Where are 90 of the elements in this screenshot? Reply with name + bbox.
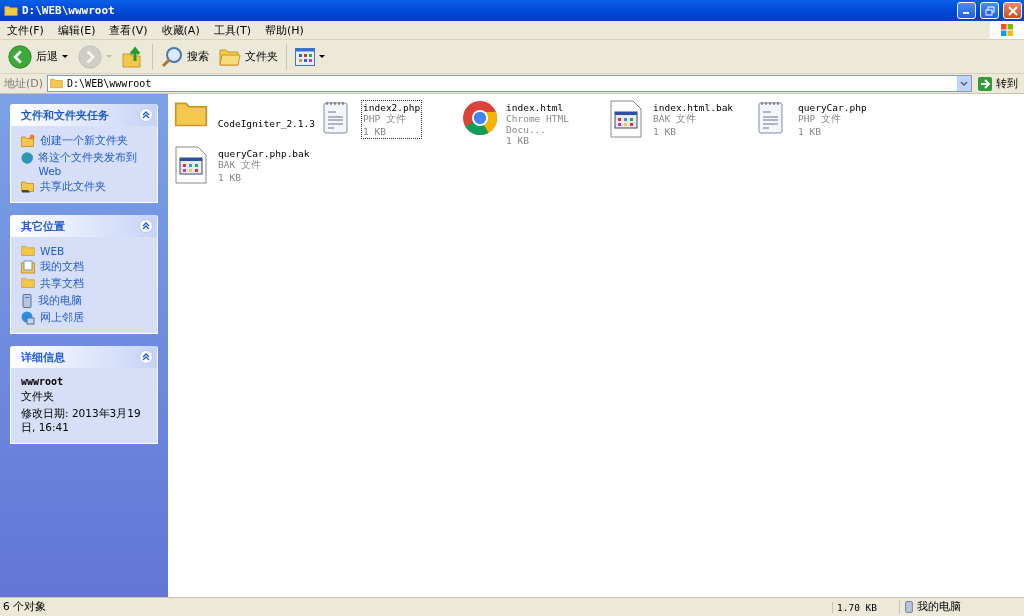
task-link[interactable]: 共享文档	[40, 277, 84, 291]
task-link[interactable]: 共享此文件夹	[40, 180, 106, 194]
notepad-icon	[323, 100, 349, 134]
search-button[interactable]: 搜索	[157, 43, 213, 70]
file-item[interactable]: index2.php PHP 文件 1 KB	[317, 100, 462, 146]
file-size: 1 KB	[363, 126, 387, 137]
file-name: index.html.bak	[653, 102, 734, 113]
address-field[interactable]: D:\WEB\wwwroot	[47, 75, 972, 92]
folder-icon	[50, 78, 64, 89]
folder-name: wwwroot	[21, 376, 65, 387]
folders-button[interactable]: 文件夹	[215, 44, 282, 69]
menu-item[interactable]: 工具(T)	[206, 22, 258, 38]
file-type: PHP 文件	[363, 113, 407, 126]
notepad-icon	[758, 100, 784, 134]
close-icon	[1007, 5, 1018, 16]
file-item[interactable]: index.html Chrome HTML Docu... 1 KB	[462, 100, 607, 146]
address-label: 地址(D)	[4, 76, 44, 91]
folder-icon	[21, 277, 35, 289]
go-button[interactable]: 转到	[976, 76, 1020, 91]
new-folder-icon	[21, 134, 35, 147]
menu-item[interactable]: 帮助(H)	[258, 22, 311, 38]
menu-item[interactable]: 编辑(E)	[50, 22, 103, 38]
item-type: 文件夹	[21, 390, 55, 404]
minimize-button[interactable]	[957, 2, 976, 19]
folder-icon	[4, 4, 18, 17]
file-item[interactable]: queryCar.php PHP 文件 1 KB	[752, 100, 897, 146]
close-button[interactable]	[1003, 2, 1022, 19]
file-item[interactable]: queryCar.php.bak BAK 文件 1 KB	[172, 146, 317, 192]
caret-icon	[319, 55, 325, 58]
file-name: queryCar.php	[798, 102, 867, 113]
task-link[interactable]: 创建一个新文件夹	[40, 134, 128, 148]
menu-item[interactable]: 查看(V)	[102, 22, 155, 38]
window-title: D:\WEB\wwwroot	[22, 4, 116, 17]
computer-icon	[904, 601, 914, 613]
file-name: CodeIgniter_2.1.3	[217, 117, 315, 129]
application-file-icon	[610, 100, 642, 138]
views-icon	[295, 47, 315, 66]
file-type: BAK 文件	[653, 113, 697, 126]
panel-title: 详细信息	[21, 349, 65, 365]
folder-icon	[21, 245, 35, 257]
modified-date: 修改日期: 2013年3月19日, 16:41	[21, 407, 142, 435]
file-type: PHP 文件	[798, 113, 842, 126]
restore-icon	[984, 5, 995, 16]
computer-icon	[21, 294, 33, 308]
folders-icon	[219, 46, 241, 67]
caret-icon	[106, 55, 112, 58]
file-item[interactable]: CodeIgniter_2.1.3	[172, 100, 317, 146]
chevron-up-icon	[142, 111, 150, 119]
file-size: 1 KB	[798, 126, 822, 137]
windows-logo-icon	[1000, 23, 1014, 37]
collapse-button[interactable]	[139, 108, 153, 122]
total-size: 1.70 KB	[832, 601, 899, 613]
file-type: BAK 文件	[218, 159, 262, 172]
folder-up-icon	[122, 45, 144, 68]
chevron-up-icon	[142, 222, 150, 230]
file-type: Chrome HTML Docu...	[506, 113, 570, 135]
chrome-browser-icon	[462, 100, 498, 136]
go-arrow-icon	[978, 76, 992, 91]
task-link[interactable]: WEB	[40, 245, 65, 257]
restore-button[interactable]	[980, 2, 999, 19]
menu-item[interactable]: 收藏(A)	[154, 22, 207, 38]
panel-title: 文件和文件夹任务	[21, 107, 109, 123]
task-link[interactable]: 网上邻居	[40, 311, 84, 325]
application-file-icon	[175, 146, 207, 184]
file-name: index.html	[506, 102, 565, 113]
network-icon	[21, 311, 35, 325]
file-name: queryCar.php.bak	[218, 148, 310, 159]
caret-icon	[62, 55, 68, 58]
file-size: 1 KB	[218, 172, 242, 183]
task-link[interactable]: 将这个文件夹发布到 Web	[38, 151, 149, 177]
file-size: 1 KB	[653, 126, 677, 137]
zone-label: 我的电脑	[917, 600, 961, 614]
file-size: 1 KB	[506, 135, 530, 146]
task-link[interactable]: 我的电脑	[38, 294, 82, 308]
collapse-button[interactable]	[139, 350, 153, 364]
collapse-button[interactable]	[139, 219, 153, 233]
panel-title: 其它位置	[21, 218, 65, 234]
chevron-up-icon	[142, 353, 150, 361]
documents-icon	[21, 260, 35, 274]
globe-icon	[21, 151, 34, 165]
object-count: 6 个对象	[2, 600, 48, 614]
search-icon	[161, 45, 183, 68]
chevron-down-icon	[960, 81, 968, 86]
folder-icon	[173, 100, 208, 128]
menu-item[interactable]: 文件(F)	[0, 22, 51, 38]
back-button[interactable]: 后退	[4, 42, 72, 71]
file-item[interactable]: index.html.bak BAK 文件 1 KB	[607, 100, 752, 146]
shared-folder-icon	[21, 180, 35, 193]
file-name: index2.php	[363, 102, 421, 113]
task-link[interactable]: 我的文档	[40, 260, 84, 274]
